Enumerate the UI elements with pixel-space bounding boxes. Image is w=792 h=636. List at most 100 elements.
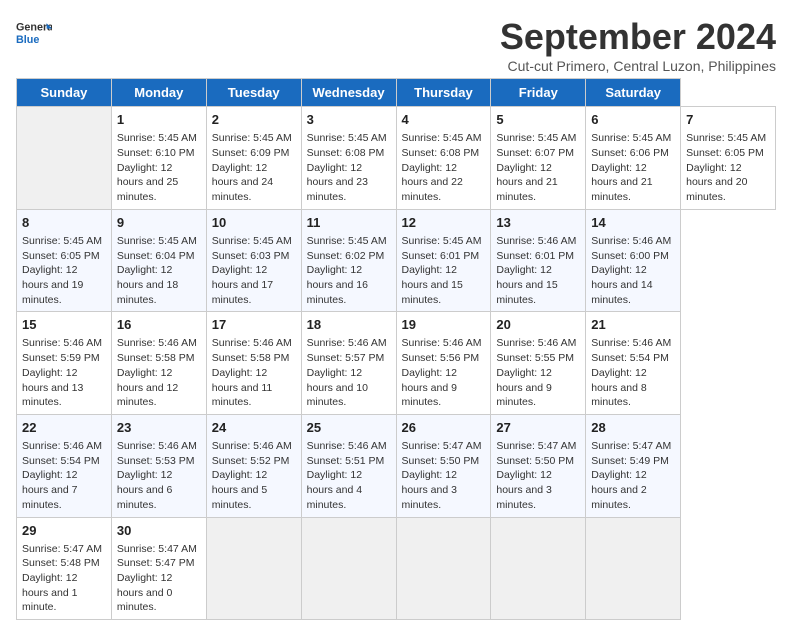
day-number: 9	[117, 214, 201, 232]
calendar-week-5: 29Sunrise: 5:47 AMSunset: 5:48 PMDayligh…	[17, 517, 776, 620]
month-title: September 2024	[500, 16, 776, 58]
daylight-label: Daylight: 12 hours and 25 minutes.	[117, 162, 178, 203]
sunrise-text: Sunrise: 5:46 AM	[307, 440, 387, 452]
calendar-week-2: 8 Sunrise: 5:45 AM Sunset: 6:05 PM Daylight…	[17, 209, 776, 312]
day-number: 19	[402, 316, 486, 334]
calendar-cell: 24Sunrise: 5:46 AMSunset: 5:52 PMDayligh…	[206, 414, 301, 517]
day-number: 1	[117, 111, 201, 129]
calendar-cell: 21Sunrise: 5:46 AMSunset: 5:54 PMDayligh…	[586, 312, 681, 415]
daylight-label: Daylight: 12 hours and 15 minutes.	[402, 264, 463, 305]
calendar-cell: 7Sunrise: 5:45 AMSunset: 6:05 PMDaylight…	[681, 107, 776, 210]
day-number: 4	[402, 111, 486, 129]
sunrise-text: Sunrise: 5:45 AM	[307, 235, 387, 247]
daylight-label: Daylight: 12 hours and 8 minutes.	[591, 367, 646, 408]
sunrise-text: Sunrise: 5:45 AM	[686, 132, 766, 144]
calendar-week-4: 22 Sunrise: 5:46 AM Sunset: 5:54 PM Dayligh…	[17, 414, 776, 517]
sunrise-text: Sunrise: 5:47 AM	[496, 440, 576, 452]
day-number: 10	[212, 214, 296, 232]
daylight-label: Daylight: 12 hours and 9 minutes.	[496, 367, 551, 408]
sunrise-text: Sunrise: 5:46 AM	[117, 337, 197, 349]
calendar-cell: 15Sunrise: 5:46 AMSunset: 5:59 PMDayligh…	[17, 312, 112, 415]
weekday-header-monday: Monday	[111, 79, 206, 107]
calendar-cell	[396, 517, 491, 620]
day-number: 26	[402, 419, 486, 437]
daylight-label: Daylight: 12 hours and 18 minutes.	[117, 264, 178, 305]
sunset-text: Sunset: 6:05 PM	[686, 147, 764, 159]
day-number: 3	[307, 111, 391, 129]
svg-text:Blue: Blue	[16, 34, 39, 46]
calendar-cell	[586, 517, 681, 620]
day-number: 2	[212, 111, 296, 129]
calendar-cell	[206, 517, 301, 620]
daylight-label: Daylight: 12 hours and 3 minutes.	[496, 469, 551, 510]
sunset-text: Sunset: 6:10 PM	[117, 147, 195, 159]
day-number: 24	[212, 419, 296, 437]
calendar-cell: 17Sunrise: 5:46 AMSunset: 5:58 PMDayligh…	[206, 312, 301, 415]
sunset-text: Sunset: 6:05 PM	[22, 250, 100, 262]
sunset-text: Sunset: 6:00 PM	[591, 250, 669, 262]
daylight-label: Daylight: 12 hours and 3 minutes.	[402, 469, 457, 510]
sunset-text: Sunset: 5:50 PM	[496, 455, 574, 467]
calendar-cell: 6Sunrise: 5:45 AMSunset: 6:06 PMDaylight…	[586, 107, 681, 210]
sunrise-text: Sunrise: 5:47 AM	[22, 543, 102, 555]
sunrise-text: Sunrise: 5:45 AM	[402, 235, 482, 247]
logo-icon: General Blue	[16, 16, 52, 52]
sunset-text: Sunset: 6:03 PM	[212, 250, 290, 262]
calendar-cell: 16Sunrise: 5:46 AMSunset: 5:58 PMDayligh…	[111, 312, 206, 415]
day-number: 8	[22, 214, 106, 232]
weekday-header-thursday: Thursday	[396, 79, 491, 107]
daylight-label: Daylight: 12 hours and 6 minutes.	[117, 469, 172, 510]
sunrise-text: Sunrise: 5:45 AM	[496, 132, 576, 144]
calendar-cell: 25Sunrise: 5:46 AMSunset: 5:51 PMDayligh…	[301, 414, 396, 517]
weekday-header-saturday: Saturday	[586, 79, 681, 107]
day-number: 13	[496, 214, 580, 232]
sunset-text: Sunset: 5:49 PM	[591, 455, 669, 467]
day-number: 16	[117, 316, 201, 334]
sunrise-text: Sunrise: 5:46 AM	[212, 337, 292, 349]
sunset-text: Sunset: 6:01 PM	[496, 250, 574, 262]
sunrise-text: Sunrise: 5:45 AM	[402, 132, 482, 144]
sunrise-text: Sunrise: 5:46 AM	[212, 440, 292, 452]
daylight-label: Daylight: 12 hours and 21 minutes.	[496, 162, 557, 203]
sunset-text: Sunset: 6:02 PM	[307, 250, 385, 262]
day-number: 17	[212, 316, 296, 334]
sunrise-text: Sunrise: 5:45 AM	[22, 235, 102, 247]
sunrise-text: Sunrise: 5:45 AM	[591, 132, 671, 144]
sunset-text: Sunset: 6:04 PM	[117, 250, 195, 262]
daylight-label: Daylight: 12 hours and 16 minutes.	[307, 264, 368, 305]
daylight-label: Daylight: 12 hours and 22 minutes.	[402, 162, 463, 203]
daylight-label: Daylight: 12 hours and 15 minutes.	[496, 264, 557, 305]
sunset-text: Sunset: 5:55 PM	[496, 352, 574, 364]
daylight-label: Daylight: 12 hours and 9 minutes.	[402, 367, 457, 408]
sunrise-text: Sunrise: 5:45 AM	[307, 132, 387, 144]
calendar-cell: 5Sunrise: 5:45 AMSunset: 6:07 PMDaylight…	[491, 107, 586, 210]
calendar-cell: 30Sunrise: 5:47 AMSunset: 5:47 PMDayligh…	[111, 517, 206, 620]
daylight-label: Daylight: 12 hours and 7 minutes.	[22, 469, 77, 510]
sunrise-text: Sunrise: 5:46 AM	[496, 235, 576, 247]
day-number: 23	[117, 419, 201, 437]
day-number: 29	[22, 522, 106, 540]
weekday-header-wednesday: Wednesday	[301, 79, 396, 107]
calendar-cell: 27Sunrise: 5:47 AMSunset: 5:50 PMDayligh…	[491, 414, 586, 517]
sunset-text: Sunset: 5:54 PM	[22, 455, 100, 467]
day-number: 18	[307, 316, 391, 334]
sunset-text: Sunset: 6:06 PM	[591, 147, 669, 159]
calendar-week-1: 1 Sunrise: 5:45 AM Sunset: 6:10 PM Daylight…	[17, 107, 776, 210]
calendar-cell: 2Sunrise: 5:45 AMSunset: 6:09 PMDaylight…	[206, 107, 301, 210]
sunset-text: Sunset: 5:57 PM	[307, 352, 385, 364]
calendar-cell: 14Sunrise: 5:46 AMSunset: 6:00 PMDayligh…	[586, 209, 681, 312]
calendar-body: 1 Sunrise: 5:45 AM Sunset: 6:10 PM Daylight…	[17, 107, 776, 620]
day-number: 15	[22, 316, 106, 334]
weekday-header-friday: Friday	[491, 79, 586, 107]
calendar-cell: 1Sunrise: 5:45 AMSunset: 6:10 PMDaylight…	[111, 107, 206, 210]
calendar-cell: 28Sunrise: 5:47 AMSunset: 5:49 PMDayligh…	[586, 414, 681, 517]
day-number: 21	[591, 316, 675, 334]
sunrise-text: Sunrise: 5:47 AM	[402, 440, 482, 452]
weekday-header-tuesday: Tuesday	[206, 79, 301, 107]
day-number: 6	[591, 111, 675, 129]
calendar-cell: 18Sunrise: 5:46 AMSunset: 5:57 PMDayligh…	[301, 312, 396, 415]
calendar-cell: 8Sunrise: 5:45 AMSunset: 6:05 PMDaylight…	[17, 209, 112, 312]
day-number: 22	[22, 419, 106, 437]
empty-cell	[17, 107, 112, 210]
daylight-label: Daylight: 12 hours and 1 minute.	[22, 572, 77, 613]
